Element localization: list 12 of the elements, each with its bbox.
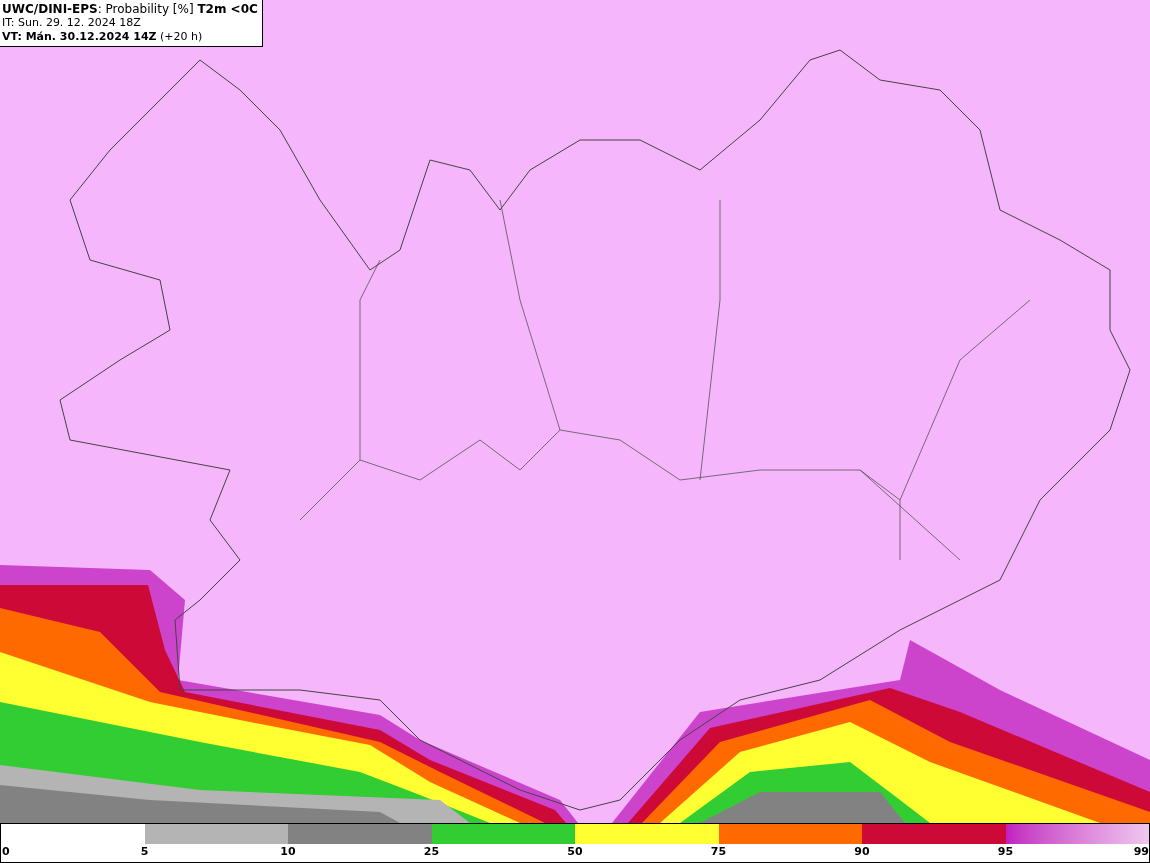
valid-time: VT: Mán. 30.12.2024 14Z (+20 h): [2, 30, 204, 44]
legend-label: 5: [140, 844, 149, 860]
legend-label: 95: [997, 844, 1014, 860]
legend-label: 90: [854, 844, 870, 860]
legend-label: 25: [423, 844, 440, 860]
map-title: UWC/DINI-EPS: Probability [%] T2m <0C: [2, 2, 258, 16]
legend-label: 75: [710, 844, 727, 860]
legend-label: 50: [567, 844, 583, 860]
legend-label: 0: [2, 844, 10, 860]
legend-label: 10: [280, 844, 296, 860]
init-time: IT: Sun. 29. 12. 2024 18Z: [2, 16, 142, 30]
legend-label: 99: [1133, 844, 1149, 860]
